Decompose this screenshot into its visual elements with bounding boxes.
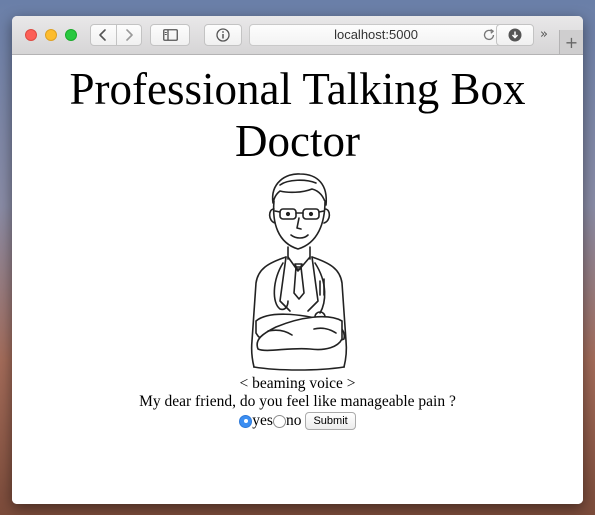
radio-yes-label[interactable]: yes: [252, 412, 273, 430]
new-tab-button[interactable]: +: [559, 30, 583, 54]
minimize-window-button[interactable]: [45, 29, 57, 41]
browser-window: localhost:5000 » + Professional Talking …: [12, 16, 583, 504]
site-info-button[interactable]: [204, 24, 242, 46]
forward-button[interactable]: [117, 25, 142, 45]
downloads-button[interactable]: [496, 24, 534, 46]
page-title: Professional Talking Box Doctor: [12, 63, 583, 167]
page-title-line-1: Professional Talking Box: [69, 64, 526, 114]
zoom-window-button[interactable]: [65, 29, 77, 41]
back-button[interactable]: [91, 25, 117, 45]
page-content: Professional Talking Box Doctor < beamin…: [12, 55, 583, 504]
address-bar[interactable]: localhost:5000: [249, 24, 503, 46]
doctor-illustration: [250, 173, 347, 371]
info-icon: [216, 28, 230, 42]
close-window-button[interactable]: [25, 29, 37, 41]
submit-button[interactable]: Submit: [305, 412, 356, 430]
radio-no-label[interactable]: no: [286, 412, 302, 430]
radio-no[interactable]: [272, 414, 286, 428]
url-text: localhost:5000: [334, 27, 418, 42]
question-text: My dear friend, do you feel like managea…: [139, 393, 456, 410]
page-title-line-2: Doctor: [235, 116, 360, 166]
download-icon: [508, 28, 522, 42]
radio-yes[interactable]: [239, 414, 253, 428]
more-toolbar-items-button[interactable]: »: [540, 27, 548, 42]
browser-toolbar: localhost:5000 » +: [12, 16, 583, 55]
chevron-left-icon: [99, 29, 107, 41]
navigation-buttons: [90, 24, 142, 46]
chevron-right-icon: [125, 29, 133, 41]
sidebar-icon: [162, 29, 178, 41]
reload-icon[interactable]: [482, 28, 496, 42]
answer-form: yes no Submit: [12, 412, 583, 430]
voice-indicator: < beaming voice >: [239, 375, 356, 392]
sidebar-button[interactable]: [150, 24, 190, 46]
